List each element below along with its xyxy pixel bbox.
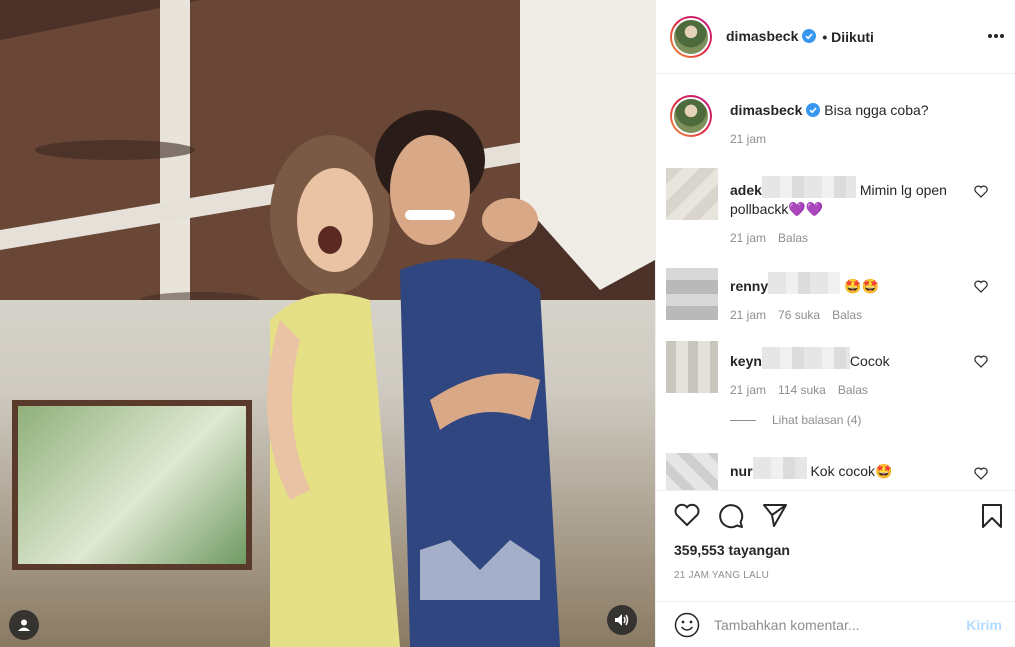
comment-button[interactable] [718,503,744,534]
avatar[interactable] [670,15,712,58]
reply-button[interactable]: Balas [838,383,868,397]
comment-likes[interactable]: 114 suka [778,383,826,397]
like-button[interactable] [674,503,700,532]
comment-avatar[interactable] [666,453,718,490]
paper-plane-icon [763,504,787,527]
comment-text: Kok cocok🤩 [810,463,893,479]
caption: dimasbeck Bisa ngga coba? 21 jam [666,95,1006,146]
comment-input[interactable] [714,616,954,633]
post-video[interactable] [0,0,655,647]
background-window [12,400,252,570]
comments-list[interactable]: dimasbeck Bisa ngga coba? 21 jam adek Mi… [656,75,1015,490]
caption-time: 21 jam [730,132,767,146]
bookmark-icon [982,504,1002,528]
user-icon [18,619,30,631]
reply-button[interactable]: Balas [778,231,808,245]
heart-icon [674,503,700,527]
post-side-panel: dimasbeck • Diikuti dimasbeck Bisa ngga … [655,0,1015,647]
mute-toggle-button[interactable] [607,605,637,635]
share-button[interactable] [762,503,788,532]
add-comment-bar: Kirim [656,601,1015,647]
redacted-name [768,272,841,294]
comment-text: 🤩🤩 [844,278,879,294]
like-comment-heart-icon[interactable] [974,280,988,293]
redacted-name [761,176,856,198]
redacted-name [761,347,850,369]
view-count[interactable]: 359,553 tayangan [674,542,790,558]
caption-avatar[interactable] [670,95,712,137]
comment-item: renny 🤩🤩 21 jam 76 suka Balas [666,268,1006,322]
save-button[interactable] [981,503,1003,534]
like-comment-heart-icon[interactable] [974,185,988,198]
more-options-icon[interactable] [987,22,1005,45]
comment-item: adek Mimin lg open pollbackk💜💜 21 jam Bal… [666,168,1006,245]
verified-badge-icon [802,28,817,43]
redacted-name [752,457,807,479]
comment-time[interactable]: 21 jam [730,383,766,397]
view-replies-button[interactable]: Lihat balasan (4) [730,413,1006,427]
comment-username[interactable]: adek [730,182,762,198]
username-link[interactable]: dimasbeck [726,28,817,46]
emoji-icon[interactable] [674,612,700,638]
man-figure [375,110,560,647]
caption-username[interactable]: dimasbeck [730,102,802,118]
post-timestamp[interactable]: 21 JAM YANG LALU [674,570,769,581]
comment-username[interactable]: keyn [730,353,762,369]
post-comment-button[interactable]: Kirim [966,617,1002,633]
following-status[interactable]: • Diikuti [822,29,874,45]
comment-avatar[interactable] [666,268,718,320]
verified-badge-icon [806,103,821,117]
instagram-post-modal: dimasbeck • Diikuti dimasbeck Bisa ngga … [0,0,1015,647]
comment-item: keyn Cocok 21 jam 114 suka Balas Lihat bala… [666,341,1006,427]
comment-username[interactable]: renny [730,278,768,294]
comment-likes[interactable]: 76 suka [778,308,820,322]
speaker-icon [615,614,629,626]
comment-time[interactable]: 21 jam [730,231,766,245]
comment-text: Cocok [849,353,890,369]
like-comment-heart-icon[interactable] [974,355,988,368]
comment-avatar[interactable] [666,341,718,393]
comment-avatar[interactable] [666,168,718,220]
post-actions: 359,553 tayangan 21 JAM YANG LALU [656,490,1015,581]
post-header: dimasbeck • Diikuti [656,0,1015,74]
comment-time[interactable]: 21 jam [730,308,766,322]
like-comment-heart-icon[interactable] [974,467,988,480]
caption-text: Bisa ngga coba? [824,102,929,118]
comment-username[interactable]: nur [730,463,753,479]
comment-bubble-icon [719,504,744,529]
tagged-users-button[interactable] [9,610,39,640]
reply-button[interactable]: Balas [832,308,862,322]
comment-item: nur Kok cocok🤩 [666,453,1006,490]
